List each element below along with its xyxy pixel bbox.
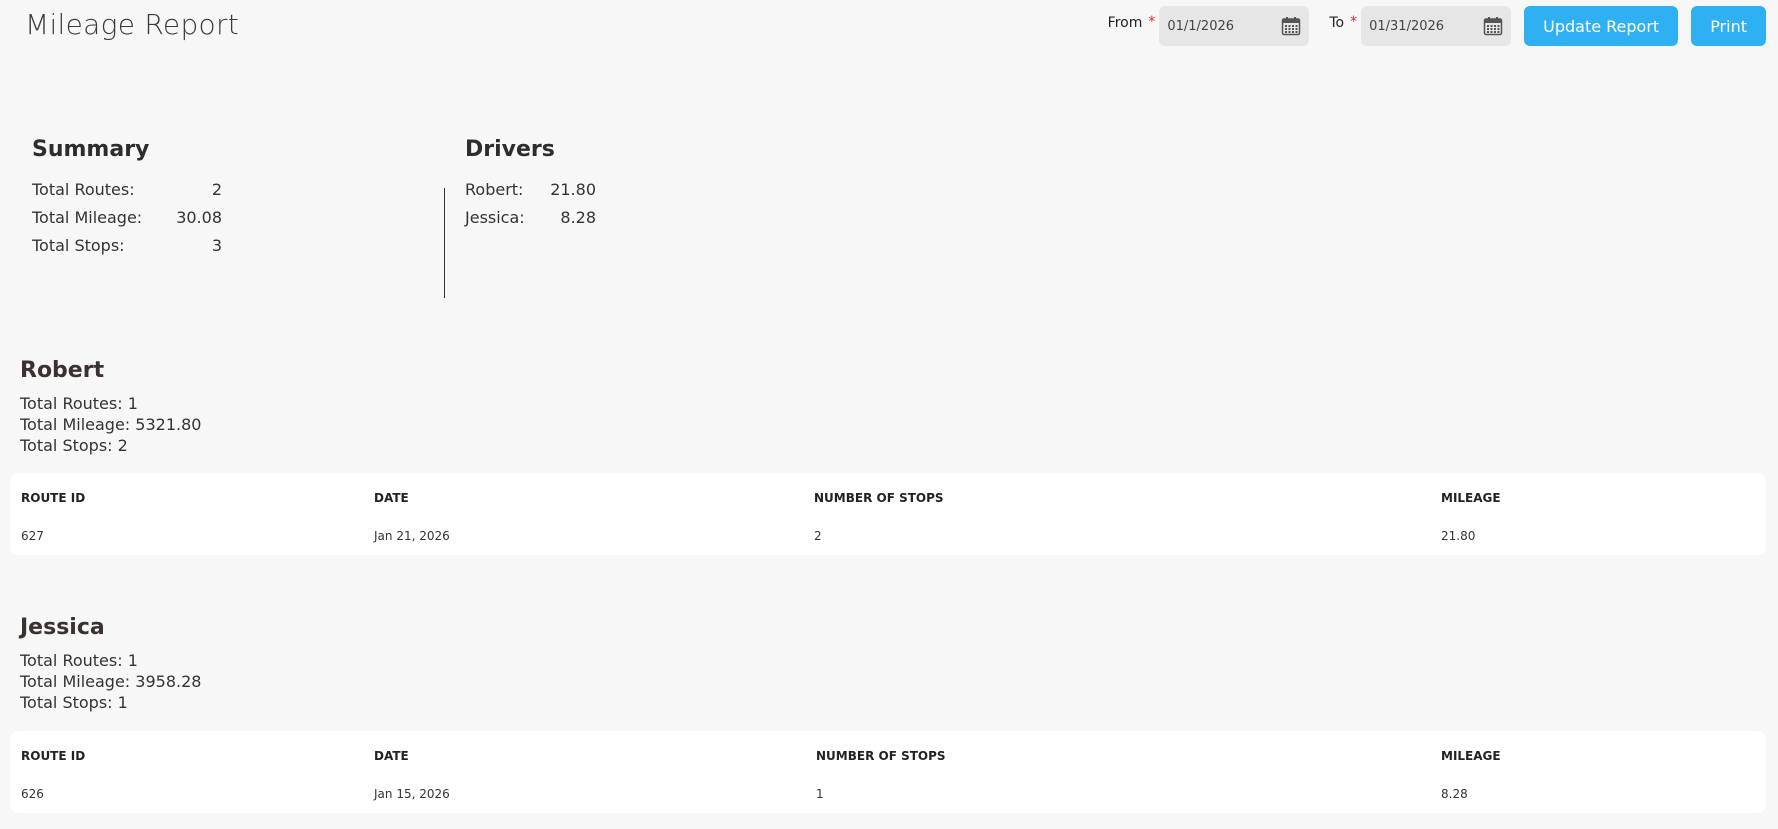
cell-date: Jan 21, 2026 <box>374 529 450 543</box>
column-header-route-id[interactable]: ROUTE ID <box>21 491 85 505</box>
driver-name: Jessica <box>20 615 105 640</box>
driver-mileage-row: Jessica: 8.28 <box>465 208 596 227</box>
summary-section: Summary Total Routes: 2 Total Mileage: 3… <box>32 137 222 264</box>
driver-name: Robert <box>20 358 105 383</box>
column-header-date[interactable]: DATE <box>374 491 409 505</box>
driver-total-stops: Total Stops: 1 <box>20 693 128 712</box>
from-date-input[interactable]: 01/1/2026 <box>1159 6 1310 46</box>
to-date-group: To * 01/31/2026 <box>1329 6 1512 46</box>
cell-mileage: 8.28 <box>1441 787 1468 801</box>
summary-label: Total Stops: <box>32 236 125 255</box>
cell-stops: 1 <box>816 787 824 801</box>
summary-value: 3 <box>211 236 222 255</box>
required-mark: * <box>1148 14 1156 30</box>
cell-route-id: 626 <box>21 787 44 801</box>
required-mark: * <box>1350 14 1358 30</box>
print-button[interactable]: Print <box>1691 6 1766 46</box>
cell-mileage: 21.80 <box>1441 529 1476 543</box>
from-date-group: From * 01/1/2026 <box>1108 6 1310 46</box>
driver-label: Robert: <box>465 180 524 199</box>
column-header-stops[interactable]: NUMBER OF STOPS <box>814 491 944 505</box>
report-controls: From * 01/1/2026 To * 01/31/2026 Update … <box>1108 6 1766 46</box>
update-report-button[interactable]: Update Report <box>1524 6 1679 46</box>
routes-table-jessica: ROUTE ID DATE NUMBER OF STOPS MILEAGE 62… <box>10 731 1766 813</box>
summary-label: Total Mileage: <box>32 208 143 227</box>
section-divider <box>444 188 445 298</box>
driver-total-routes: Total Routes: 1 <box>20 394 138 413</box>
driver-value: 8.28 <box>560 208 596 227</box>
driver-mileage-row: Robert: 21.80 <box>465 180 596 199</box>
to-date-input[interactable]: 01/31/2026 <box>1361 6 1512 46</box>
driver-total-stops: Total Stops: 2 <box>20 436 128 455</box>
to-date-value: 01/31/2026 <box>1369 18 1445 34</box>
calendar-icon[interactable] <box>1281 16 1301 36</box>
drivers-section: Drivers Robert: 21.80 Jessica: 8.28 <box>465 137 596 236</box>
driver-total-mileage: Total Mileage: 3958.28 <box>20 672 202 691</box>
routes-table-robert: ROUTE ID DATE NUMBER OF STOPS MILEAGE 62… <box>10 473 1766 555</box>
driver-section-jessica: Jessica Total Routes: 1 Total Mileage: 3… <box>20 615 201 713</box>
driver-total-mileage: Total Mileage: 5321.80 <box>20 415 202 434</box>
driver-total-routes: Total Routes: 1 <box>20 651 138 670</box>
summary-label: Total Routes: <box>32 180 135 199</box>
mileage-report-page: Mileage Report From * 01/1/2026 To * 01/… <box>0 0 1778 829</box>
column-header-date[interactable]: DATE <box>374 749 409 763</box>
driver-value: 21.80 <box>550 180 596 199</box>
calendar-icon[interactable] <box>1483 16 1503 36</box>
cell-stops: 2 <box>814 529 822 543</box>
driver-section-robert: Robert Total Routes: 1 Total Mileage: 53… <box>20 358 201 456</box>
summary-value: 2 <box>211 180 222 199</box>
summary-row: Total Routes: 2 <box>32 180 222 199</box>
from-date-value: 01/1/2026 <box>1167 18 1235 34</box>
to-label: To <box>1329 15 1345 31</box>
summary-row: Total Stops: 3 <box>32 236 222 255</box>
cell-date: Jan 15, 2026 <box>374 787 450 801</box>
column-header-mileage[interactable]: MILEAGE <box>1441 491 1501 505</box>
cell-route-id: 627 <box>21 529 44 543</box>
driver-label: Jessica: <box>465 208 525 227</box>
column-header-stops[interactable]: NUMBER OF STOPS <box>816 749 946 763</box>
column-header-route-id[interactable]: ROUTE ID <box>21 749 85 763</box>
column-header-mileage[interactable]: MILEAGE <box>1441 749 1501 763</box>
drivers-heading: Drivers <box>465 137 555 162</box>
from-label: From <box>1107 15 1143 31</box>
page-title: Mileage Report <box>25 8 240 41</box>
summary-heading: Summary <box>32 137 150 162</box>
summary-value: 30.08 <box>176 208 222 227</box>
summary-row: Total Mileage: 30.08 <box>32 208 222 227</box>
